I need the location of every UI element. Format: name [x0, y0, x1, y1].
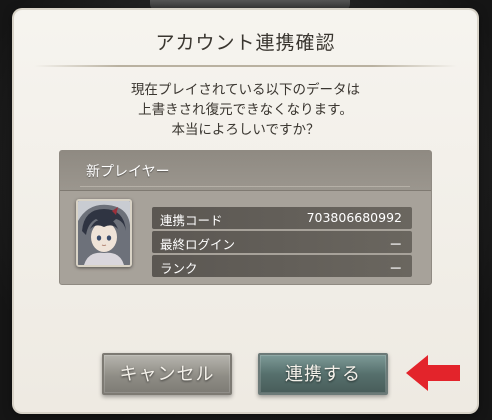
info-row-label: ランク — [160, 261, 198, 276]
account-link-dialog: アカウント連携確認 現在プレイされている以下のデータは 上書きされ復元できなくな… — [14, 10, 477, 412]
message-line-2: 上書きされ復元できなくなります。 — [138, 102, 353, 118]
info-row-value: ー — [389, 261, 402, 276]
link-account-button[interactable]: 連携する — [258, 353, 388, 395]
info-row-last-login: 最終ログイン ー — [152, 231, 412, 253]
message-line-3: 本当によろしいですか？ — [171, 122, 320, 138]
red-arrow-icon — [406, 355, 460, 391]
account-card: 新プレイヤー 連携コード 703806680992 最終ログイン ー ランク ー — [59, 150, 432, 285]
info-row-value: 703806680992 — [306, 210, 402, 225]
message-line-1: 現在プレイされている以下のデータは — [130, 82, 361, 98]
header-divider — [80, 186, 410, 187]
account-card-header: 新プレイヤー — [60, 151, 431, 191]
info-row-value: ー — [389, 237, 402, 252]
info-row-link-code: 連携コード 703806680992 — [152, 207, 412, 229]
info-row-label: 連携コード — [160, 213, 223, 228]
info-row-label: 最終ログイン — [160, 237, 236, 252]
avatar-portrait-icon — [78, 201, 130, 265]
player-avatar — [76, 199, 132, 267]
info-row-rank: ランク ー — [152, 255, 412, 277]
cancel-button[interactable]: キャンセル — [102, 353, 232, 395]
confirmation-message: 現在プレイされている以下のデータは 上書きされ復元できなくなります。 本当によろ… — [54, 80, 437, 140]
account-info-rows: 連携コード 703806680992 最終ログイン ー ランク ー — [152, 207, 412, 279]
dialog-title: アカウント連携確認 — [155, 32, 336, 54]
background-title-strip — [150, 0, 350, 10]
title-divider — [34, 65, 457, 67]
player-name: 新プレイヤー — [86, 164, 170, 180]
